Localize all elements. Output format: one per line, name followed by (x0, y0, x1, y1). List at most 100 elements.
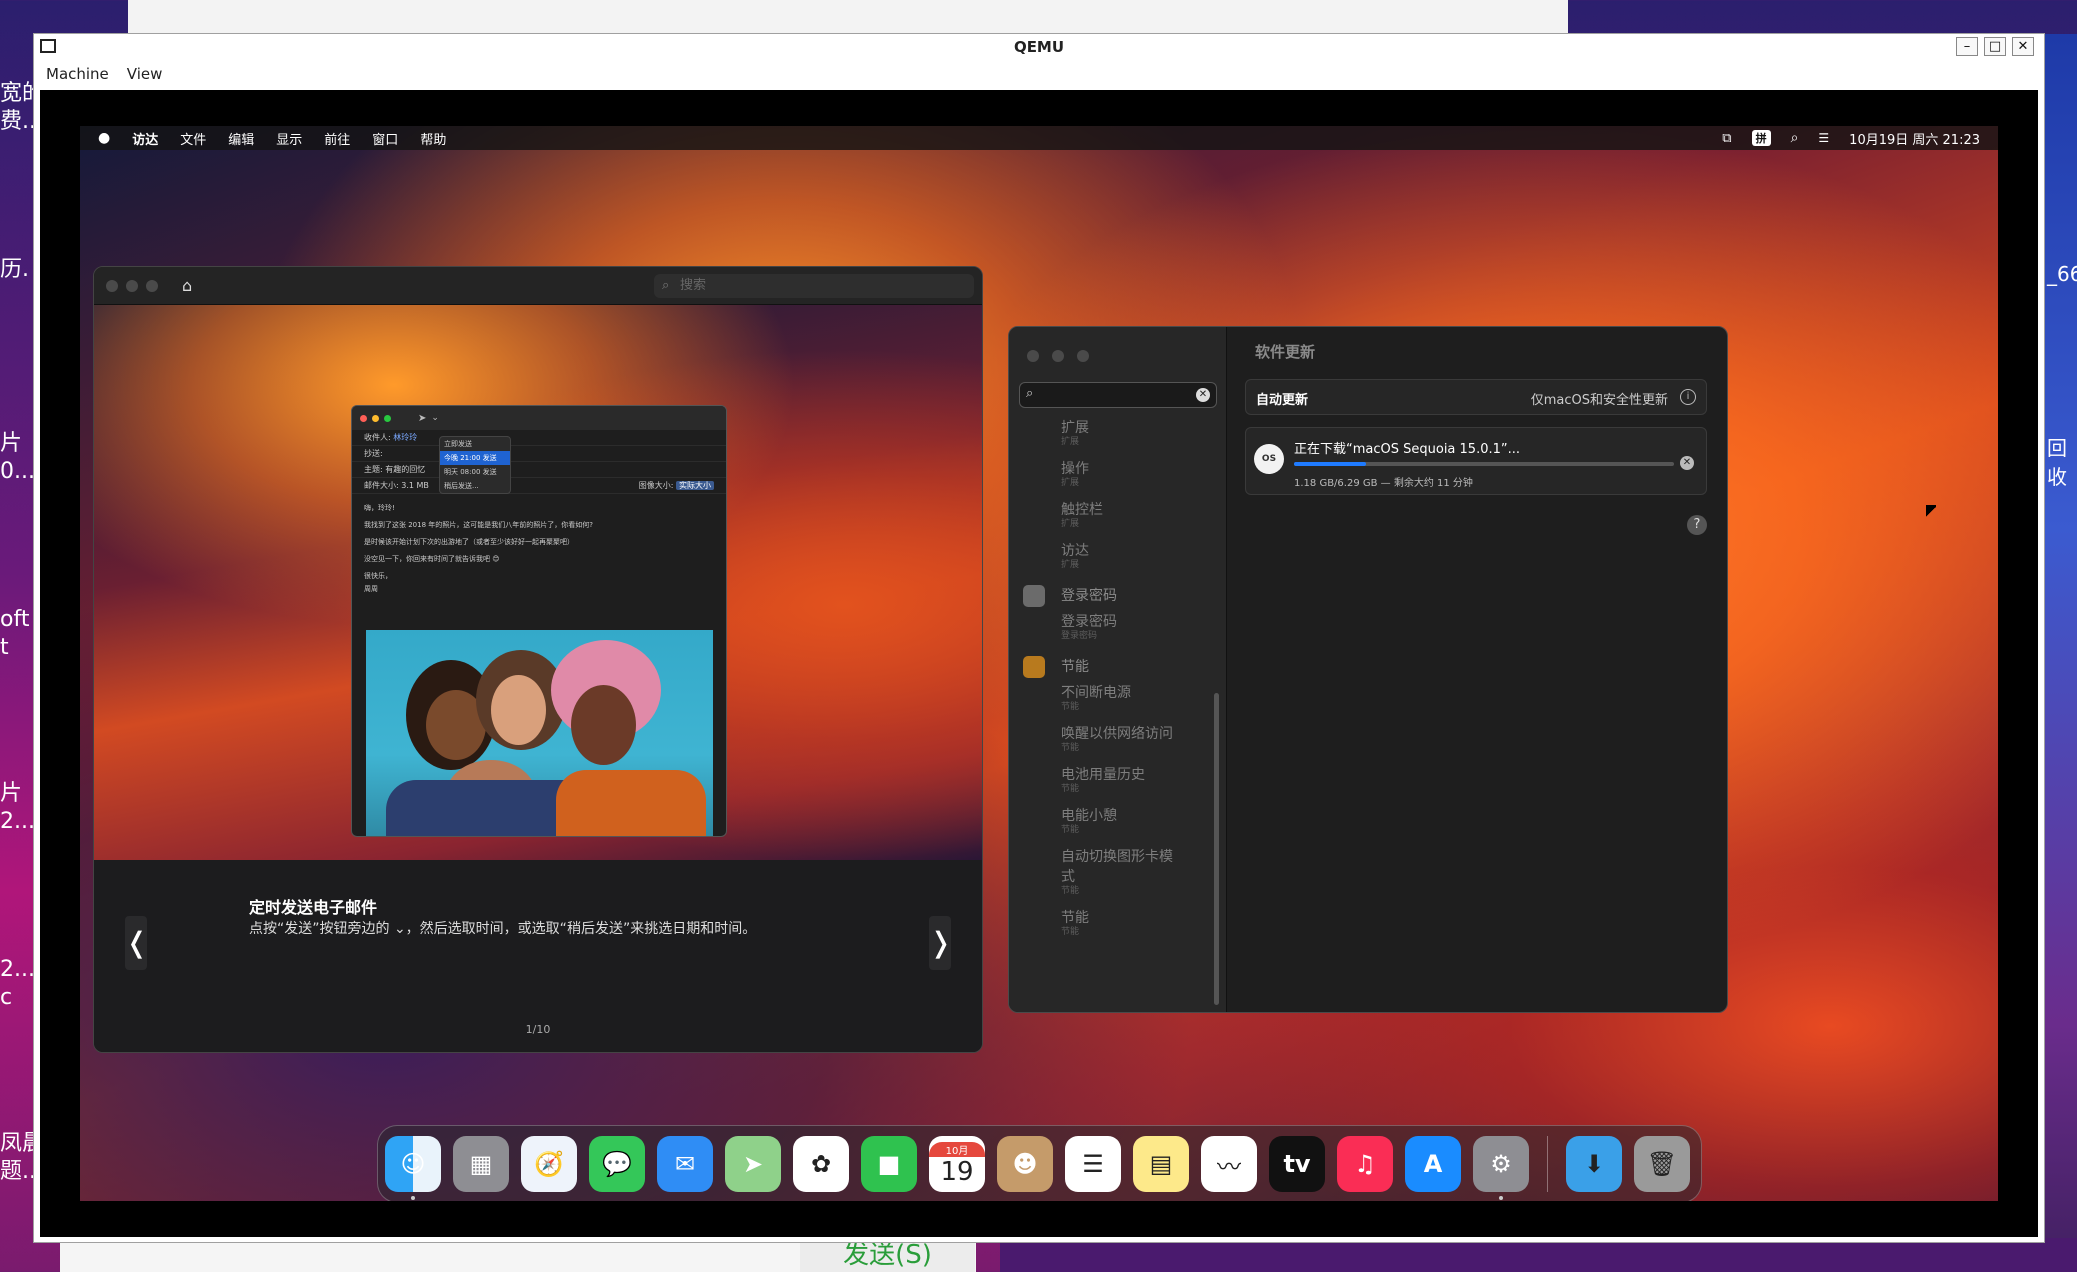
section-icon (1023, 585, 1045, 607)
menu-window[interactable]: 窗口 (372, 129, 398, 148)
zoom-dot (384, 414, 391, 422)
control-center-icon[interactable]: ☰ (1818, 131, 1829, 145)
previous-tip-button[interactable]: ❬ (125, 916, 148, 970)
dock-messages-icon[interactable]: 💬 (589, 1136, 645, 1192)
sidebar-item[interactable]: 操作 扩展 (1009, 458, 1219, 489)
dock-system-settings-icon[interactable]: ⚙ (1473, 1136, 1529, 1200)
dock-reminders-icon[interactable]: ☰ (1065, 1136, 1121, 1192)
safari-glyph: 🧭 (534, 1150, 564, 1178)
dock-downloads-icon[interactable]: ⬇ (1566, 1136, 1622, 1192)
menu-finder[interactable]: 访达 (132, 129, 158, 148)
sidebar-item-subtitle: 扩展 (1061, 560, 1080, 570)
menu-file[interactable]: 文件 (180, 129, 206, 148)
clear-search-icon[interactable]: ✕ (1196, 388, 1210, 402)
info-icon[interactable]: i (1680, 389, 1696, 405)
sidebar-item[interactable]: 自动切换图形卡模式 节能 (1009, 846, 1219, 897)
dock-finder-icon[interactable]: ☺ (385, 1136, 441, 1200)
menu-edit[interactable]: 编辑 (228, 129, 254, 148)
home-icon[interactable]: ⌂ (182, 276, 192, 295)
send-later-menu: 立即发送 今晚 21:00 发送 明天 08:00 发送 稍后发送... (439, 436, 511, 494)
mail-cc-label: 抄送: (364, 449, 383, 458)
sidebar-section-label: 节能 (1061, 659, 1089, 675)
mail-glyph: ✉ (674, 1150, 696, 1178)
apple-menu-icon[interactable]: ● (98, 130, 110, 146)
dock-notes-icon[interactable]: ▤ (1133, 1136, 1189, 1192)
tip-page-indicator: 1/10 (525, 1023, 551, 1036)
sidebar-item[interactable]: 电能小憩 节能 (1009, 805, 1219, 836)
menubar-clock[interactable]: 10月19日 周六 21:23 (1849, 129, 1980, 148)
sidebar-item[interactable]: 登录密码 登录密码 (1009, 611, 1219, 642)
zoom-dot[interactable] (1077, 350, 1090, 362)
dock-facetime-icon[interactable]: ■ (861, 1136, 917, 1192)
tips-search-field[interactable]: ⌕ 搜索 (654, 274, 974, 298)
menu-item: 立即发送 (444, 440, 472, 448)
facetime-glyph: ■ (877, 1150, 901, 1178)
input-method-icon[interactable]: 拼 (1751, 130, 1771, 146)
sidebar-item-subtitle: 节能 (1061, 702, 1080, 712)
dock-trash-icon[interactable]: 🗑 (1634, 1136, 1690, 1192)
maximize-button[interactable]: □ (1984, 37, 2006, 56)
close-dot[interactable] (1027, 350, 1039, 362)
zoom-dot[interactable] (146, 279, 158, 292)
screen-mirror-icon[interactable]: ⧉ (1722, 131, 1731, 146)
menu-go[interactable]: 前往 (324, 129, 350, 148)
dock-calendar-icon[interactable]: 10月 19 (929, 1136, 985, 1192)
dock-app-store-icon[interactable]: A (1405, 1136, 1461, 1192)
dock-mail-icon[interactable]: ✉ (657, 1136, 713, 1192)
sidebar-item[interactable]: 电池用量历史 节能 (1009, 764, 1219, 795)
dock-launchpad-icon[interactable]: ▦ (453, 1136, 509, 1192)
photo-person (571, 685, 636, 765)
host-taskbar-fragment (1000, 1238, 2077, 1272)
mail-subject-row: 主题: 有趣的回忆 (352, 462, 726, 478)
minimize-dot[interactable] (1052, 350, 1065, 362)
sidebar-item[interactable]: 不间断电源 节能 (1009, 682, 1219, 713)
dock-tv-icon[interactable]: tv (1269, 1136, 1325, 1192)
close-dot[interactable] (106, 279, 118, 292)
app-store-glyph: A (1423, 1150, 1443, 1178)
vm-display[interactable]: ● 访达 文件 编辑 显示 前往 窗口 帮助 ⧉ 拼 ⌕ ☰ 10月19日 周六… (40, 90, 2038, 1237)
sidebar-item[interactable]: 访达 扩展 (1009, 540, 1219, 571)
sidebar-item[interactable]: 触控栏 扩展 (1009, 499, 1219, 530)
minimize-dot[interactable] (126, 279, 138, 292)
sidebar-section-header[interactable]: 登录密码 (1009, 581, 1219, 611)
minimize-button[interactable]: – (1956, 37, 1978, 56)
settings-sidebar-list: 扩展 扩展 操作 扩展 触控栏 扩展 访达 扩展 登录密码 登录密码 登录密码 节能 不间断电源 节能 唤醒… (1009, 417, 1219, 948)
menu-view[interactable]: View (127, 65, 163, 83)
menu-machine[interactable]: Machine (46, 65, 109, 83)
host-send-button[interactable]: 发送(S) (800, 1238, 975, 1272)
system-settings-window: ⌕ ✕ 扩展 扩展 操作 扩展 触控栏 扩展 访达 扩展 登录密码 登录密码 登录密码 节能 不间断电源… (1008, 326, 1728, 1013)
close-button[interactable]: ✕ (2012, 37, 2034, 56)
sidebar-item-label: 触控栏 (1061, 502, 1103, 518)
macos-desktop[interactable]: ● 访达 文件 编辑 显示 前往 窗口 帮助 ⧉ 拼 ⌕ ☰ 10月19日 周六… (80, 126, 1998, 1201)
sidebar-item-subtitle: 扩展 (1061, 519, 1080, 529)
mail-body: 嗨，玲玲! 我找到了这张 2018 年的照片，这可能是我们八年前的照片了，你看如… (352, 494, 726, 600)
qemu-titlebar[interactable]: QEMU – □ ✕ (34, 34, 2044, 60)
cancel-download-icon[interactable]: ✕ (1680, 456, 1694, 470)
sidebar-section-label: 登录密码 (1061, 588, 1117, 604)
host-right-text-2: 回收 (2047, 436, 2067, 489)
sidebar-section-header[interactable]: 节能 (1009, 652, 1219, 682)
sidebar-item[interactable]: 唤醒以供网络访问 节能 (1009, 723, 1219, 754)
sidebar-item-subtitle: 节能 (1061, 784, 1080, 794)
reminders-glyph: ☰ (1082, 1150, 1104, 1178)
mail-body-line: 周周 (364, 585, 378, 593)
menu-help[interactable]: 帮助 (420, 129, 446, 148)
help-icon[interactable]: ? (1687, 515, 1707, 535)
sidebar-item-label: 唤醒以供网络访问 (1061, 726, 1173, 742)
mail-to-value: 林玲玲 (393, 433, 418, 442)
sidebar-scrollbar[interactable] (1214, 693, 1219, 1005)
mail-toolbar: ➤ ⌄ (352, 406, 726, 430)
dock-safari-icon[interactable]: 🧭 (521, 1136, 577, 1192)
menu-view[interactable]: 显示 (276, 129, 302, 148)
dock-music-icon[interactable]: ♫ (1337, 1136, 1393, 1192)
spotlight-icon[interactable]: ⌕ (1791, 130, 1799, 146)
dock-contacts-icon[interactable]: ☻ (997, 1136, 1053, 1192)
dock-maps-icon[interactable]: ➤ (725, 1136, 781, 1192)
dock-freeform-icon[interactable]: 〰 (1201, 1136, 1257, 1192)
next-tip-button[interactable]: ❭ (929, 916, 952, 970)
sidebar-item[interactable]: 扩展 扩展 (1009, 417, 1219, 448)
sidebar-item[interactable]: 节能 节能 (1009, 907, 1219, 938)
host-text: t (0, 635, 9, 660)
settings-search-field[interactable]: ⌕ ✕ (1019, 382, 1217, 408)
dock-photos-icon[interactable]: ✿ (793, 1136, 849, 1192)
